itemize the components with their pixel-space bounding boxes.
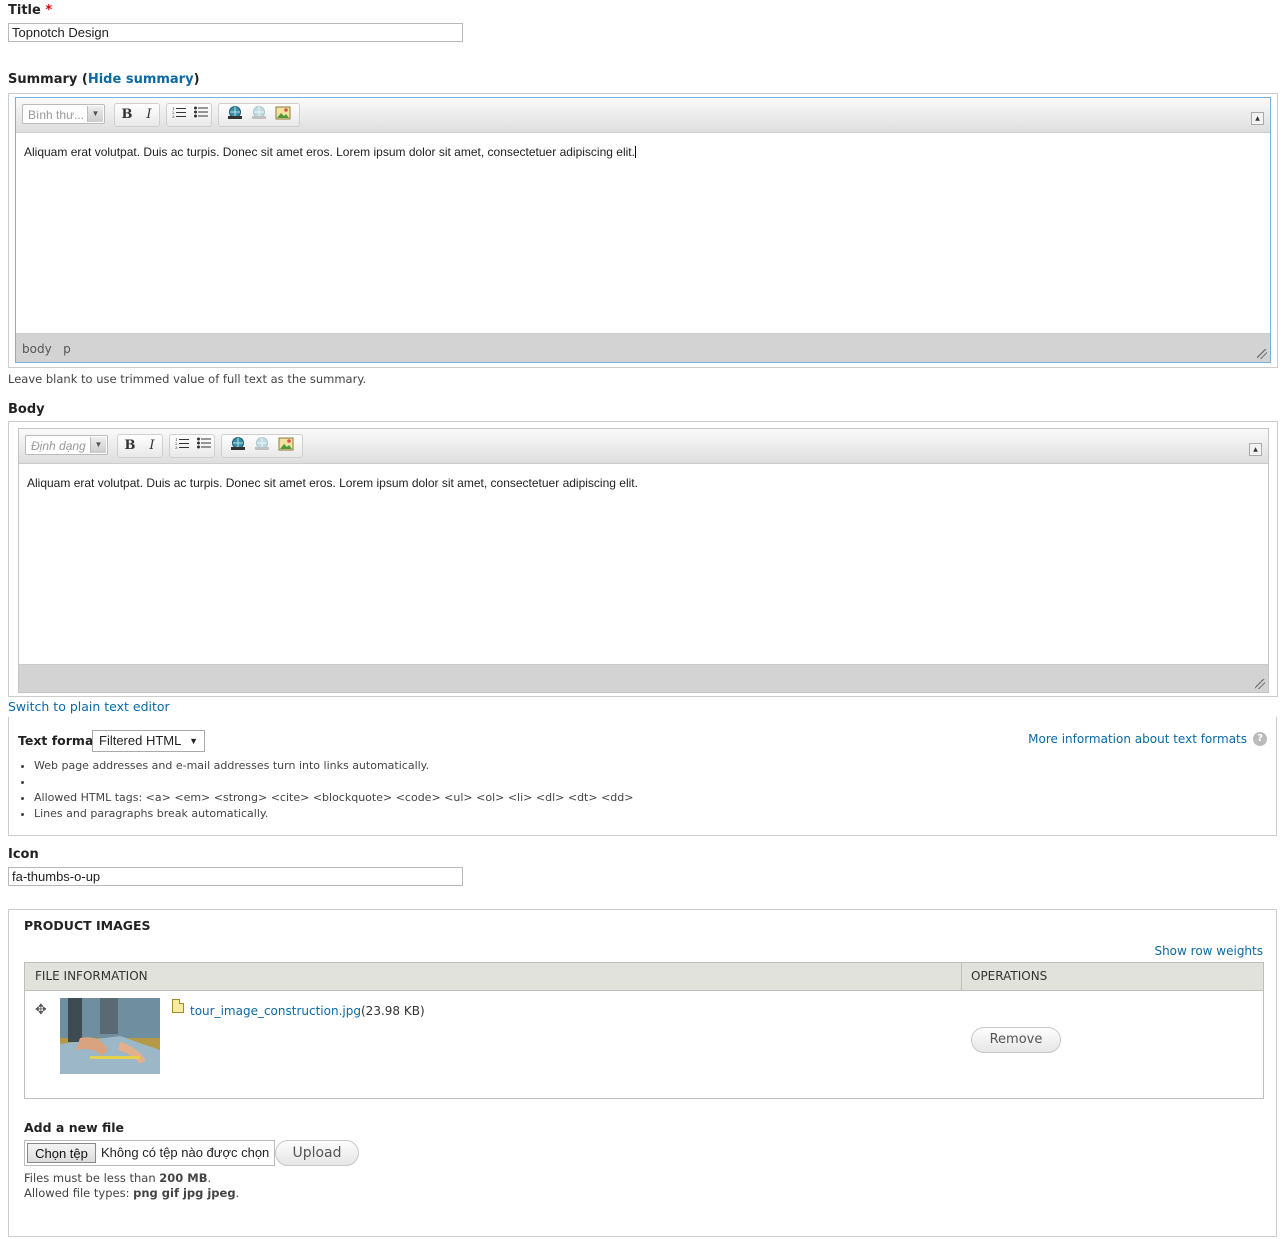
column-operations: OPERATIONS	[971, 969, 1048, 983]
hide-summary-link[interactable]: Hide summary	[88, 72, 194, 87]
more-info-formats-link[interactable]: More information about text formats	[1028, 732, 1247, 746]
icon-label: Icon	[8, 847, 39, 862]
numbered-list-icon: 123	[172, 106, 186, 119]
file-size: (23.98 KB)	[361, 1004, 425, 1018]
summary-editor-frame: Bình thư... ▼ B I 123 ▲ Aliquam erat vol…	[8, 93, 1278, 368]
collapse-toolbar-button[interactable]: ▲	[1249, 443, 1262, 456]
table-row: ✥ tour_image_construction.jpg (23.98 KB)	[25, 991, 1263, 1098]
italic-button[interactable]: I	[142, 437, 162, 455]
body-content-text: Aliquam erat volutpat. Duis ac turpis. D…	[27, 476, 638, 490]
table-header: FILE INFORMATION OPERATIONS	[25, 963, 1263, 991]
text-style-group: B I	[114, 103, 160, 127]
icon-input[interactable]: fa-thumbs-o-up	[8, 867, 463, 886]
numbered-list-button[interactable]: 123	[172, 437, 192, 455]
bold-button[interactable]: B	[117, 106, 137, 124]
unlink-globe-icon	[252, 106, 266, 119]
column-file-information: FILE INFORMATION	[35, 969, 148, 983]
text-format-select[interactable]: Filtered HTML ▼	[92, 730, 205, 752]
format-tip: Allowed HTML tags: <a> <em> <strong> <ci…	[34, 790, 633, 806]
file-size-limit: Files must be less than 200 MB.	[24, 1171, 212, 1185]
link-button[interactable]	[225, 106, 245, 124]
title-label: Title *	[8, 3, 53, 18]
text-cursor	[634, 146, 636, 158]
file-icon	[172, 999, 184, 1013]
no-file-chosen-text: Không có tệp nào được chọn	[101, 1145, 270, 1160]
svg-text:3: 3	[175, 445, 178, 449]
list-group: 123	[166, 103, 212, 127]
list-group: 123	[169, 434, 215, 458]
unlink-button[interactable]	[249, 106, 269, 124]
link-button[interactable]	[228, 437, 248, 455]
image-button[interactable]	[276, 437, 296, 455]
chevron-down-icon: ▼	[90, 437, 106, 453]
italic-button[interactable]: I	[139, 106, 159, 124]
format-tip: Lines and paragraphs break automatically…	[34, 806, 633, 822]
allowed-file-types: Allowed file types: png gif jpg jpeg.	[24, 1186, 240, 1200]
summary-label: Summary (Hide summary)	[8, 72, 200, 87]
help-icon[interactable]: ?	[1253, 732, 1267, 746]
collapse-toolbar-button[interactable]: ▲	[1251, 112, 1264, 125]
dropdown-arrow-icon: ▼	[189, 736, 198, 746]
format-tip: Web page addresses and e-mail addresses …	[34, 758, 633, 774]
element-path: body p	[22, 342, 71, 356]
construction-photo	[60, 998, 160, 1074]
resize-handle[interactable]	[1255, 679, 1265, 689]
column-divider	[961, 963, 962, 990]
summary-content-area[interactable]: Aliquam erat volutpat. Duis ac turpis. D…	[16, 132, 1270, 334]
drag-handle-icon[interactable]: ✥	[35, 1002, 47, 1018]
insert-group	[218, 103, 300, 127]
bullet-list-icon	[194, 106, 208, 118]
file-picker[interactable]: Chọn tệp Không có tệp nào được chọn	[24, 1140, 275, 1166]
image-button[interactable]	[273, 106, 293, 124]
title-input[interactable]: Topnotch Design	[8, 23, 463, 42]
bullet-list-button[interactable]	[194, 437, 214, 455]
bullet-list-button[interactable]	[191, 106, 211, 124]
body-label: Body	[8, 402, 45, 417]
upload-button[interactable]: Upload	[275, 1140, 359, 1166]
summary-toolbar: Bình thư... ▼ B I 123 ▲	[16, 98, 1270, 132]
body-toolbar: Định dạng ▼ B I 123 ▲	[19, 429, 1268, 463]
add-file-label: Add a new file	[24, 1120, 125, 1135]
chevron-down-icon: ▼	[87, 106, 103, 122]
image-icon	[275, 106, 291, 120]
file-name-link[interactable]: tour_image_construction.jpg	[190, 1004, 361, 1018]
body-editor-frame: Định dạng ▼ B I 123 ▲ Aliquam erat volut…	[8, 421, 1278, 697]
resize-handle[interactable]	[1257, 349, 1267, 359]
body-content-area[interactable]: Aliquam erat volutpat. Duis ac turpis. D…	[19, 463, 1268, 665]
format-tip	[34, 774, 633, 790]
text-style-group: B I	[117, 434, 163, 458]
remove-button[interactable]: Remove	[971, 1027, 1061, 1053]
unlink-globe-icon	[255, 437, 269, 450]
summary-format-select[interactable]: Bình thư... ▼	[22, 104, 105, 124]
image-icon	[278, 437, 294, 451]
product-images-fieldset: PRODUCT IMAGES Show row weights FILE INF…	[8, 909, 1277, 1237]
summary-help: Leave blank to use trimmed value of full…	[8, 372, 367, 386]
choose-file-button[interactable]: Chọn tệp	[27, 1143, 96, 1163]
body-editor: Định dạng ▼ B I 123 ▲ Aliquam erat volut…	[18, 428, 1269, 693]
svg-text:3: 3	[172, 114, 175, 118]
switch-plain-text-link[interactable]: Switch to plain text editor	[8, 699, 170, 714]
unlink-button[interactable]	[252, 437, 272, 455]
summary-content-text: Aliquam erat volutpat. Duis ac turpis. D…	[24, 145, 635, 159]
summary-editor: Bình thư... ▼ B I 123 ▲ Aliquam erat vol…	[15, 97, 1271, 363]
bullet-list-icon	[197, 437, 211, 449]
numbered-list-icon: 123	[175, 437, 189, 450]
insert-group	[221, 434, 303, 458]
text-format-label: Text format	[18, 733, 100, 748]
bold-button[interactable]: B	[120, 437, 140, 455]
link-globe-icon	[228, 106, 242, 119]
show-row-weights-link[interactable]: Show row weights	[1154, 944, 1263, 958]
file-table: FILE INFORMATION OPERATIONS ✥ tour_image…	[24, 962, 1264, 1099]
numbered-list-button[interactable]: 123	[169, 106, 189, 124]
path-body[interactable]: body	[22, 342, 52, 356]
product-images-legend: PRODUCT IMAGES	[24, 918, 151, 933]
format-tips-list: Web page addresses and e-mail addresses …	[18, 758, 633, 822]
required-mark: *	[45, 3, 53, 18]
link-globe-icon	[231, 437, 245, 450]
path-p[interactable]: p	[63, 342, 71, 356]
text-format-wrapper: Text format Filtered HTML ▼ More informa…	[8, 717, 1277, 836]
image-thumbnail[interactable]	[60, 998, 160, 1074]
body-format-select[interactable]: Định dạng ▼	[25, 435, 108, 455]
